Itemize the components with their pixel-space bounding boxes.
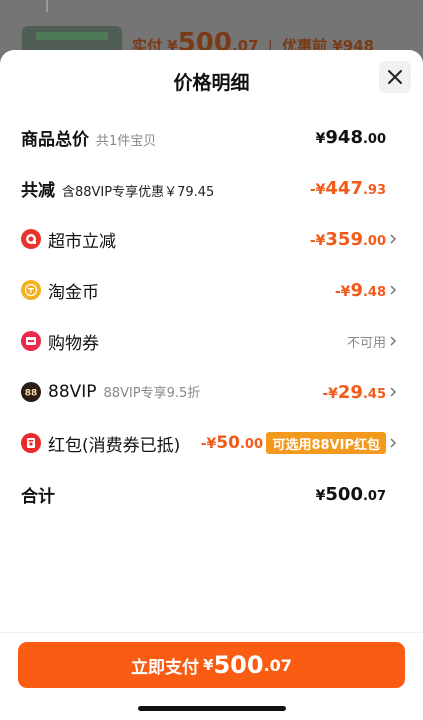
pay-now-button[interactable]: 立即支付 ¥500.07 <box>18 642 405 688</box>
chevron-right-icon <box>390 336 397 346</box>
discount-label-red-packet: 红包(消费券已抵) <box>48 435 181 456</box>
discount-value-supermarket: -¥359.00 <box>309 228 386 250</box>
total-price-row: 商品总价 共1件宝贝 ¥948.00 <box>0 117 423 157</box>
discount-value-taojinbi: -¥9.48 <box>334 279 386 301</box>
price-detail-sheet: 价格明细 商品总价 共1件宝贝 ¥948.00 共减 含88VIP专享优惠￥79.4… <box>0 50 423 720</box>
chevron-right-icon <box>390 387 397 397</box>
sum-row: 合计 ¥500.07 <box>0 474 423 514</box>
discount-row-88vip[interactable]: 88 88VIP 88VIP专享9.5折 -¥29.45 <box>0 372 423 412</box>
total-price-label: 商品总价 <box>21 129 89 150</box>
bottom-divider <box>0 632 423 633</box>
total-price-count: 共1件宝贝 <box>96 133 157 149</box>
coupon-status: 不可用 <box>346 335 386 351</box>
discount-row-coupon[interactable]: 购物券 不可用 <box>0 321 423 361</box>
discount-row-taojinbi[interactable]: 淘金币 -¥9.48 <box>0 270 423 310</box>
discount-total-row: 共减 含88VIP专享优惠￥79.45 -¥447.93 <box>0 168 423 208</box>
discount-value-red-packet: -¥50.00 <box>200 433 263 453</box>
sheet-title: 价格明细 <box>173 72 250 94</box>
discount-label-taojinbi: 淘金币 <box>48 282 99 303</box>
chevron-right-icon <box>390 234 397 244</box>
coupon-icon <box>21 331 41 351</box>
chevron-right-icon <box>390 438 397 448</box>
discount-total-value: -¥447.93 <box>309 177 386 199</box>
taojinbi-coin-icon <box>21 280 41 300</box>
discount-row-supermarket[interactable]: 超市立减 -¥359.00 <box>0 219 423 259</box>
close-button[interactable] <box>379 61 411 93</box>
chevron-right-icon <box>390 285 397 295</box>
home-indicator <box>138 706 286 711</box>
discount-total-note: 含88VIP专享优惠￥79.45 <box>62 184 215 200</box>
sum-label: 合计 <box>21 486 55 507</box>
background-divider <box>46 0 48 12</box>
discount-row-red-packet[interactable]: 红包(消费券已抵) -¥50.00 可选用88VIP红包 <box>0 423 423 463</box>
supermarket-icon <box>21 229 41 249</box>
discount-label-coupon: 购物券 <box>48 333 99 354</box>
discount-label-88vip: 88VIP <box>48 382 97 402</box>
red-packet-icon <box>21 433 41 453</box>
vip-red-packet-tag[interactable]: 可选用88VIP红包 <box>266 432 386 454</box>
discount-value-88vip: -¥29.45 <box>322 381 386 403</box>
sum-value: ¥500.07 <box>315 483 386 505</box>
svg-text:88: 88 <box>25 389 38 399</box>
total-price-value: ¥948.00 <box>315 126 386 148</box>
discount-note-88vip: 88VIP专享9.5折 <box>103 386 201 401</box>
discount-label-supermarket: 超市立减 <box>48 231 116 252</box>
vip88-icon: 88 <box>21 382 41 402</box>
discount-total-label: 共减 <box>21 180 55 201</box>
close-icon <box>388 70 402 84</box>
